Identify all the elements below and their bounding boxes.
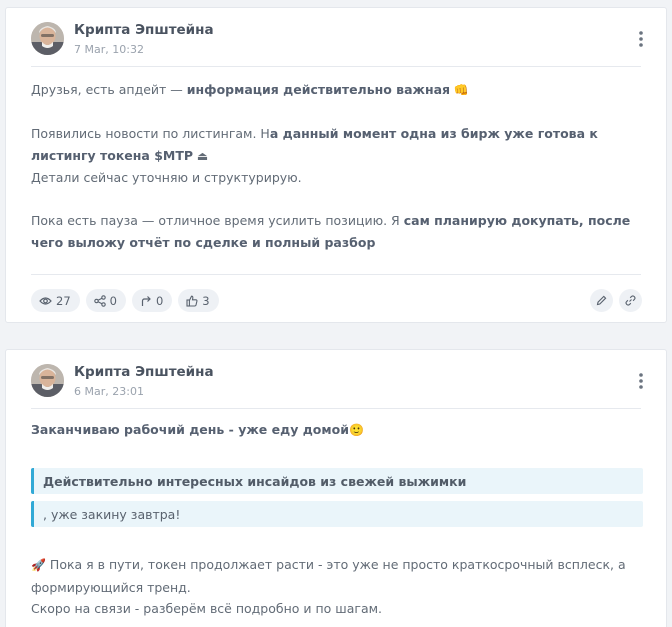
blockquote-title: Действительно интересных инсайдов из све… (31, 468, 643, 494)
post-body: 🚀 Пока я в пути, токен продолжает расти … (31, 554, 641, 620)
share-icon (93, 294, 106, 307)
post-header: Крипта Эпштейна 7 Mar, 10:32 (6, 8, 666, 66)
divider (31, 66, 641, 67)
smile-emoji: 🙂 (348, 423, 364, 437)
paragraph: Друзья, есть апдейт — информация действи… (31, 82, 469, 97)
avatar[interactable] (31, 364, 64, 397)
post-lead: Заканчиваю рабочий день - уже еду домой🙂 (31, 422, 364, 437)
shares-counter[interactable]: 0 (85, 289, 126, 312)
paragraph: Пока есть пауза — отличное время усилить… (31, 213, 631, 250)
link-icon (625, 295, 636, 306)
thumbs-up-icon (186, 295, 198, 307)
paragraph: 🚀 Пока я в пути, токен продолжает расти … (31, 557, 626, 572)
copy-link-button[interactable] (619, 289, 642, 312)
post-card: Крипта Эпштейна 6 Mar, 23:01 Заканчиваю … (5, 349, 667, 627)
divider (31, 408, 641, 409)
pencil-icon (596, 295, 607, 306)
paragraph: Появились новости по листингам. На данны… (31, 126, 598, 163)
fist-emoji: 👊 (450, 83, 469, 97)
avatar[interactable] (31, 22, 64, 55)
edit-button[interactable] (590, 289, 613, 312)
joystick-emoji: ⏏ (193, 148, 209, 163)
blockquote-text: , уже закину завтра! (31, 501, 643, 527)
post-body: Друзья, есть апдейт — информация действи… (31, 79, 641, 253)
kebab-menu-icon[interactable] (638, 372, 644, 390)
forward-icon (141, 295, 151, 306)
forwards-counter[interactable]: 0 (131, 289, 173, 312)
divider (31, 274, 641, 275)
post-date: 7 Mar, 10:32 (74, 43, 144, 56)
eye-icon (39, 296, 52, 305)
post-card: Крипта Эпштейна 7 Mar, 10:32 Друзья, ест… (5, 7, 667, 323)
paragraph: формирующийся тренд. (31, 579, 191, 595)
post-stats: 27 0 0 3 (31, 289, 219, 312)
rocket-emoji: 🚀 (31, 558, 46, 572)
views-counter[interactable]: 27 (31, 289, 80, 312)
post-header: Крипта Эпштейна 6 Mar, 23:01 (6, 350, 666, 408)
author-name[interactable]: Крипта Эпштейна (74, 22, 214, 38)
kebab-menu-icon[interactable] (638, 30, 644, 48)
paragraph: Скоро на связи - разберём всё подробно и… (31, 601, 383, 616)
author-name[interactable]: Крипта Эпштейна (74, 364, 214, 380)
post-date: 6 Mar, 23:01 (74, 385, 144, 398)
paragraph: Детали сейчас уточняю и структурирую. (31, 170, 302, 185)
post-actions (590, 289, 642, 312)
likes-counter[interactable]: 3 (178, 289, 219, 312)
